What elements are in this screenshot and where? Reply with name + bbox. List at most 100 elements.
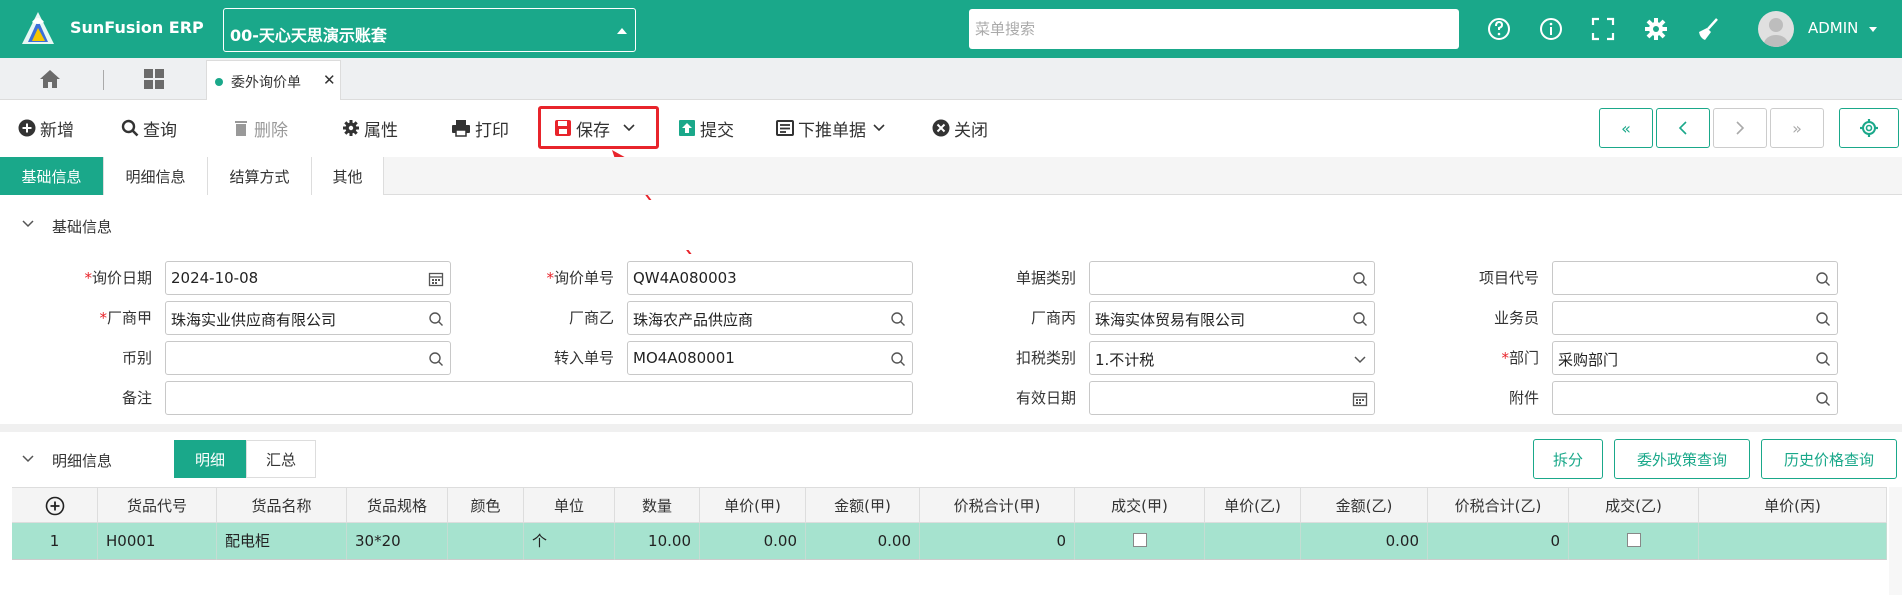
salesman-label: 业务员 [1493, 309, 1539, 327]
vendor-c-label: 厂商丙 [1030, 309, 1076, 327]
col-header[interactable]: 货品规格 [347, 488, 448, 524]
cell-color[interactable] [448, 523, 524, 560]
search-icon[interactable] [428, 351, 444, 367]
tab-settlement[interactable]: 结算方式 [208, 157, 312, 195]
search-icon[interactable] [1352, 311, 1368, 327]
vendor-a-field[interactable]: 珠海实业供应商有限公司 [165, 301, 451, 335]
project-code-field[interactable] [1552, 261, 1838, 295]
currency-field[interactable] [165, 341, 451, 375]
col-header[interactable]: 单价(乙) [1205, 488, 1301, 524]
search-icon[interactable] [890, 351, 906, 367]
remark-label: 备注 [121, 389, 152, 407]
detail-grid: 货品代号 货品名称 货品规格 颜色 单位 数量 单价(甲) 金额(甲) 价税合计… [12, 487, 1902, 595]
salesman-field[interactable] [1552, 301, 1838, 335]
tab-detail-info[interactable]: 明细信息 [104, 157, 208, 195]
cell-code[interactable]: H0001 [98, 523, 217, 560]
vendor-a-value: 珠海实业供应商有限公司 [171, 311, 337, 329]
inquiry-no-label: *询价单号 [546, 269, 614, 287]
deal-a-checkbox[interactable] [1132, 533, 1147, 547]
search-icon[interactable] [1815, 391, 1831, 407]
row-number: 1 [12, 523, 98, 560]
cell-deal-b[interactable] [1569, 523, 1699, 560]
search-icon[interactable] [1352, 271, 1368, 287]
deal-b-checkbox[interactable] [1626, 533, 1641, 547]
col-header[interactable]: 单位 [524, 488, 615, 524]
doc-type-label: 单据类别 [1015, 269, 1076, 287]
transfer-no-field[interactable]: MO4A080001 [627, 341, 913, 375]
inquiry-date-label: *询价日期 [84, 269, 152, 287]
col-header[interactable]: 单价(丙) [1699, 488, 1887, 524]
col-header[interactable]: 价税合计(乙) [1428, 488, 1569, 524]
tax-type-label: 扣税类别 [1015, 349, 1076, 367]
col-header[interactable]: 金额(甲) [806, 488, 920, 524]
transfer-no-value: MO4A080001 [633, 349, 735, 367]
table-row[interactable]: 1 H0001 配电柜 30*20 个 10.00 0.00 0.00 0 0.… [12, 523, 1887, 560]
section-title: 基础信息 [52, 218, 113, 236]
chevron-down-icon[interactable] [22, 453, 34, 465]
cell-spec[interactable]: 30*20 [347, 523, 448, 560]
tax-type-select[interactable]: 1.不计税 [1089, 341, 1375, 375]
col-header[interactable]: 成交(甲) [1075, 488, 1205, 524]
inquiry-no-field[interactable]: QW4A080003 [627, 261, 913, 295]
vendor-b-field[interactable]: 珠海农产品供应商 [627, 301, 913, 335]
col-header[interactable]: 价税合计(甲) [920, 488, 1075, 524]
department-label: *部门 [1501, 349, 1539, 367]
valid-date-field[interactable] [1089, 381, 1375, 415]
cell-price-a[interactable]: 0.00 [700, 523, 806, 560]
project-code-label: 项目代号 [1478, 269, 1539, 287]
cell-price-b[interactable] [1205, 523, 1301, 560]
cell-price-c[interactable] [1699, 523, 1887, 560]
search-icon[interactable] [1815, 271, 1831, 287]
calendar-icon[interactable] [1352, 391, 1368, 407]
tax-type-value: 1.不计税 [1095, 351, 1155, 369]
vendor-b-label: 厂商乙 [568, 309, 614, 327]
doc-type-field[interactable] [1089, 261, 1375, 295]
cell-name[interactable]: 配电柜 [217, 523, 347, 560]
tab-detail-lines[interactable]: 明细 [174, 440, 246, 478]
tab-basic-info[interactable]: 基础信息 [0, 157, 104, 195]
vendor-a-label: *厂商甲 [99, 309, 152, 327]
col-header[interactable]: 颜色 [448, 488, 524, 524]
cell-amount-b[interactable]: 0.00 [1301, 523, 1428, 560]
tab-other[interactable]: 其他 [312, 157, 384, 195]
cell-deal-a[interactable] [1075, 523, 1205, 560]
inquiry-no-value: QW4A080003 [633, 269, 737, 287]
cell-total-a[interactable]: 0 [920, 523, 1075, 560]
department-field[interactable]: 采购部门 [1552, 341, 1838, 375]
attachment-field[interactable] [1552, 381, 1838, 415]
cell-qty[interactable]: 10.00 [615, 523, 700, 560]
col-header[interactable]: 数量 [615, 488, 700, 524]
section-divider [0, 424, 1902, 432]
outsource-policy-button[interactable]: 委外政策查询 [1614, 439, 1750, 479]
detail-title: 明细信息 [52, 452, 113, 470]
currency-label: 币别 [121, 349, 152, 367]
chevron-down-icon[interactable] [1352, 351, 1368, 367]
inquiry-date-field[interactable]: 2024-10-08 [165, 261, 451, 295]
search-icon[interactable] [1815, 311, 1831, 327]
col-header[interactable]: 金额(乙) [1301, 488, 1428, 524]
col-header[interactable]: 成交(乙) [1569, 488, 1699, 524]
grid-header: 货品代号 货品名称 货品规格 颜色 单位 数量 单价(甲) 金额(甲) 价税合计… [12, 487, 1887, 524]
transfer-no-label: 转入单号 [553, 349, 614, 367]
col-header[interactable]: 单价(甲) [700, 488, 806, 524]
search-icon[interactable] [428, 311, 444, 327]
cell-total-b[interactable]: 0 [1428, 523, 1569, 560]
split-button[interactable]: 拆分 [1533, 439, 1603, 479]
vendor-c-field[interactable]: 珠海实体贸易有限公司 [1089, 301, 1375, 335]
search-icon[interactable] [890, 311, 906, 327]
calendar-icon[interactable] [428, 271, 444, 287]
col-header[interactable]: 货品代号 [98, 488, 217, 524]
cell-amount-a[interactable]: 0.00 [806, 523, 920, 560]
grid-scrollbar[interactable] [1889, 487, 1902, 595]
add-row-cell[interactable] [12, 488, 98, 524]
cell-unit[interactable]: 个 [524, 523, 615, 560]
search-icon[interactable] [1815, 351, 1831, 367]
vendor-c-value: 珠海实体贸易有限公司 [1095, 311, 1246, 329]
plus-circle-icon[interactable] [45, 496, 65, 516]
history-price-button[interactable]: 历史价格查询 [1761, 439, 1897, 479]
basic-info-header[interactable]: 基础信息 [0, 200, 1902, 250]
tab-summary[interactable]: 汇总 [246, 440, 316, 478]
col-header[interactable]: 货品名称 [217, 488, 347, 524]
vendor-b-value: 珠海农产品供应商 [633, 311, 754, 329]
remark-field[interactable] [165, 381, 913, 415]
